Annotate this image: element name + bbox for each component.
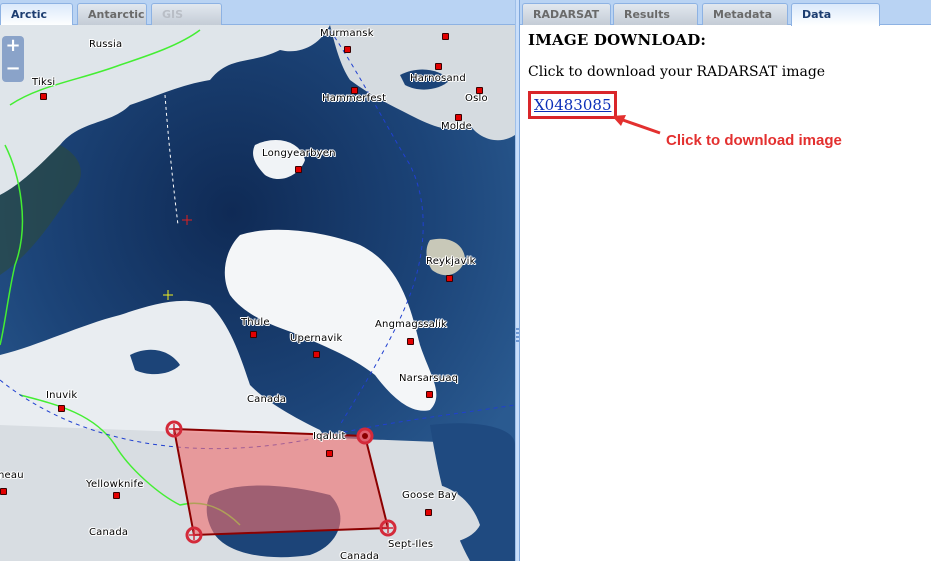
zoom-in-button[interactable]: + — [2, 36, 24, 58]
city-marker[interactable] — [326, 450, 333, 457]
map-label: Harnosand — [410, 73, 466, 84]
map-tab-bar: Arctic Antarctic GIS — [0, 0, 515, 26]
city-marker[interactable] — [476, 87, 483, 94]
city-marker[interactable] — [351, 87, 358, 94]
city-marker[interactable] — [0, 488, 7, 495]
data-tab-content: IMAGE DOWNLOAD: Click to download your R… — [528, 31, 931, 149]
city-marker[interactable] — [455, 114, 462, 121]
map-label: Narsarsuaq — [399, 373, 459, 384]
map-label: Upernavik — [290, 333, 343, 344]
map-label: Reykjavik — [426, 256, 476, 267]
zoom-out-button[interactable]: − — [2, 59, 24, 81]
map-label: Russia — [89, 39, 123, 50]
map-label: Oslo — [465, 93, 488, 104]
map-label: Angmagssalik — [375, 319, 448, 330]
map-label: Molde — [441, 121, 473, 132]
download-description: Click to download your RADARSAT image — [528, 64, 826, 80]
polygon-vertex-handle[interactable] — [356, 427, 374, 445]
city-marker[interactable] — [344, 46, 351, 53]
arrow-icon — [612, 115, 661, 135]
map-label: Iqaluit — [313, 431, 346, 442]
splitter-grip-icon[interactable] — [516, 328, 519, 344]
city-marker[interactable] — [250, 331, 257, 338]
download-link-highlight: X0483085 — [528, 91, 618, 119]
image-download-heading: IMAGE DOWNLOAD: — [528, 31, 707, 49]
map-label: Yellowknife — [86, 479, 144, 490]
map-label: Canada — [89, 527, 129, 538]
map-label: Inuvik — [46, 390, 78, 401]
city-marker[interactable] — [295, 166, 302, 173]
city-marker[interactable] — [313, 351, 320, 358]
arctic-map[interactable]: Russia Tiksi Murmansk Turku Harnosand Ha… — [0, 25, 515, 561]
map-label: neau — [0, 470, 24, 481]
map-label: Canada — [247, 394, 287, 405]
map-label: Longyearbyen — [262, 148, 336, 159]
city-marker[interactable] — [442, 33, 449, 40]
image-download-link[interactable]: X0483085 — [534, 96, 611, 114]
tab-metadata[interactable]: Metadata — [702, 3, 788, 25]
map-label: Sept-Iles — [388, 539, 434, 550]
city-marker[interactable] — [407, 338, 414, 345]
map-label: Hammerfest — [322, 93, 387, 104]
tab-arctic[interactable]: Arctic — [0, 3, 73, 26]
city-marker[interactable] — [446, 275, 453, 282]
map-panel: Arctic Antarctic GIS Russia Tiksi Murman… — [0, 0, 515, 561]
polygon-vertex-handle[interactable] — [379, 519, 397, 537]
map-label: Murmansk — [320, 28, 374, 39]
zoom-control: + − — [2, 36, 24, 82]
polygon-vertex-handle[interactable] — [165, 420, 183, 438]
tab-gis: GIS — [151, 3, 222, 25]
city-marker[interactable] — [425, 509, 432, 516]
city-marker[interactable] — [40, 93, 47, 100]
tab-data[interactable]: Data — [791, 3, 880, 26]
download-annotation: Click to download image — [666, 132, 842, 149]
city-marker[interactable] — [113, 492, 120, 499]
tab-radarsat[interactable]: RADARSAT — [522, 3, 611, 25]
tab-antarctic[interactable]: Antarctic — [77, 3, 147, 25]
map-label: Canada — [340, 551, 380, 561]
tab-results[interactable]: Results — [613, 3, 698, 25]
city-marker[interactable] — [58, 405, 65, 412]
map-canvas — [0, 25, 515, 561]
city-marker[interactable] — [426, 391, 433, 398]
city-marker[interactable] — [435, 63, 442, 70]
map-label: Thule — [241, 317, 270, 328]
details-tab-bar: RADARSAT Results Metadata Data — [520, 0, 931, 26]
polygon-vertex-handle[interactable] — [185, 526, 203, 544]
selection-polygon[interactable] — [172, 427, 390, 537]
map-label: Tiksi — [32, 77, 56, 88]
details-panel: RADARSAT Results Metadata Data IMAGE DOW… — [520, 0, 931, 561]
map-label: Goose Bay — [402, 490, 458, 501]
